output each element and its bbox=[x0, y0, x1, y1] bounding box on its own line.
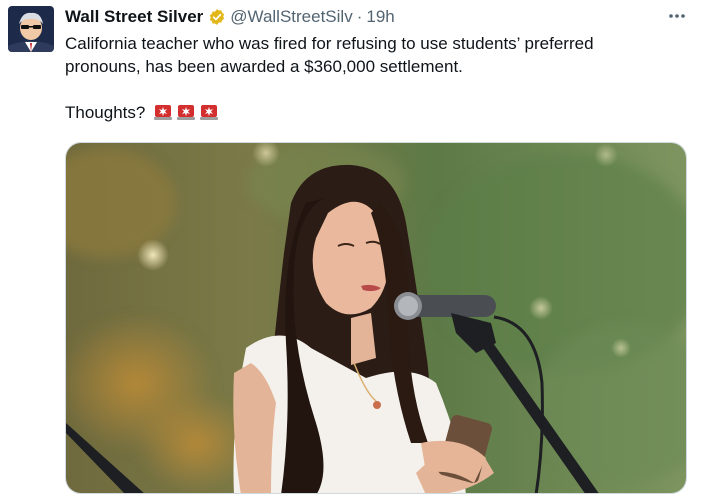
avatar[interactable] bbox=[8, 6, 54, 52]
tweet-text: California teacher who was fired for ref… bbox=[65, 32, 685, 124]
verified-badge-icon[interactable] bbox=[208, 8, 226, 26]
photo-woman-speaking-at-microphone bbox=[66, 143, 686, 493]
display-name[interactable]: Wall Street Silver bbox=[65, 7, 203, 27]
thoughts-text: Thoughts? bbox=[65, 103, 146, 122]
separator-dot: · bbox=[356, 7, 363, 26]
more-options-icon[interactable] bbox=[666, 5, 688, 27]
tweet-media-photo[interactable] bbox=[65, 142, 687, 494]
tweet-text-line-1: California teacher who was fired for ref… bbox=[65, 34, 594, 53]
police-light-icon bbox=[176, 103, 196, 121]
police-light-icon bbox=[153, 103, 173, 121]
tweet-header: Wall Street Silver @WallStreetSilv · 19h bbox=[65, 6, 395, 28]
timestamp[interactable]: 19h bbox=[366, 7, 394, 27]
tweet-text-line-2: pronouns, has been awarded a $360,000 se… bbox=[65, 57, 463, 76]
tweet-text-line-4: Thoughts? bbox=[65, 101, 685, 124]
handle[interactable]: @WallStreetSilv bbox=[230, 7, 352, 27]
police-light-icon bbox=[199, 103, 219, 121]
wall-street-silver-avatar-icon bbox=[8, 6, 54, 52]
